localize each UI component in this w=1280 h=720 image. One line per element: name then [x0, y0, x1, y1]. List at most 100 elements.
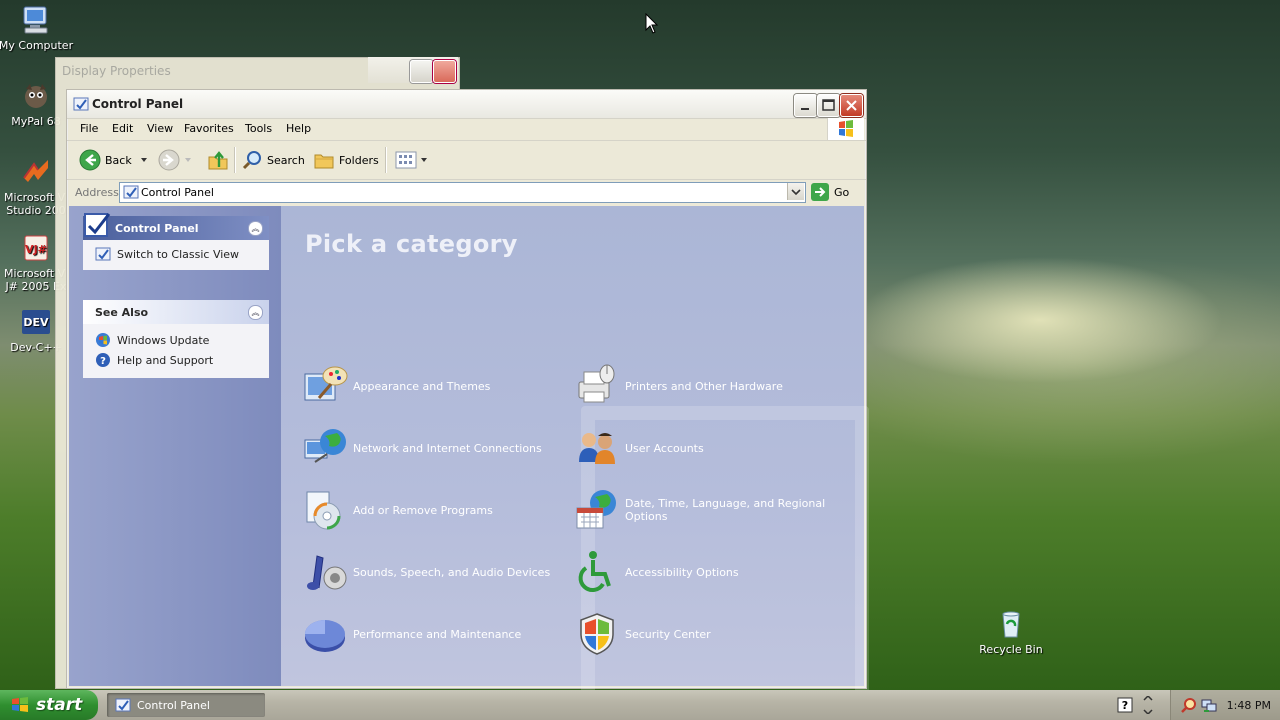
collapse-chevron-icon[interactable]: ︽ — [248, 305, 263, 320]
menu-favorites[interactable]: Favorites — [184, 122, 234, 135]
toolbar-separator — [385, 147, 387, 173]
my-computer-icon — [23, 6, 48, 34]
search-button[interactable]: Search — [241, 149, 305, 171]
menu-edit[interactable]: Edit — [112, 122, 133, 135]
taskbar-item-label: Control Panel — [137, 698, 210, 712]
svg-text:?: ? — [100, 356, 106, 367]
desktop-icon-my-computer[interactable]: My Computer — [0, 4, 74, 52]
up-folder-button[interactable] — [207, 149, 229, 171]
category-sounds-audio[interactable]: Sounds, Speech, and Audio Devices — [301, 548, 550, 596]
title-bar[interactable]: Control Panel — [67, 90, 866, 119]
address-dropdown-button[interactable] — [787, 183, 804, 200]
up-folder-icon — [208, 151, 228, 170]
mouse-cursor-icon — [645, 13, 659, 34]
background-window-title: Display Properties — [62, 64, 171, 78]
category-network-internet[interactable]: Network and Internet Connections — [301, 424, 542, 472]
category-label: User Accounts — [625, 441, 704, 455]
windows-flag-icon — [839, 120, 853, 137]
category-accessibility[interactable]: Accessibility Options — [573, 548, 739, 596]
control-panel-box-title: Control Panel — [115, 222, 199, 235]
menu-help[interactable]: Help — [286, 122, 311, 135]
category-label: Date, Time, Language, and Regional Optio… — [625, 497, 825, 523]
see-also-box: See Also ︽ Windows Update ? Help and Sup… — [83, 300, 269, 378]
add-remove-programs-icon — [306, 491, 341, 530]
help-and-support-link[interactable]: ? Help and Support — [83, 350, 269, 370]
windows-update-icon — [96, 333, 110, 347]
minimize-button[interactable] — [794, 94, 817, 117]
windows-update-link[interactable]: Windows Update — [83, 330, 269, 350]
category-label: Printers and Other Hardware — [625, 379, 783, 393]
category-label: Add or Remove Programs — [353, 503, 493, 517]
desktop-icon-label: Recycle Bin — [979, 643, 1043, 656]
control-panel-icon — [123, 185, 139, 199]
menu-tools[interactable]: Tools — [245, 122, 272, 135]
category-label: Network and Internet Connections — [353, 441, 542, 455]
visual-studio-icon — [23, 160, 48, 182]
category-printers-hardware[interactable]: Printers and Other Hardware — [573, 362, 783, 410]
category-date-time-language[interactable]: Date, Time, Language, and Regional Optio… — [573, 486, 825, 534]
background-close-button[interactable] — [433, 60, 456, 83]
background-help-button[interactable] — [410, 60, 433, 83]
views-button[interactable] — [394, 149, 428, 171]
back-button[interactable]: Back — [79, 149, 148, 171]
system-tray: 1:48 PM — [1170, 690, 1280, 720]
see-also-header[interactable]: See Also ︽ — [83, 300, 269, 324]
switch-to-classic-view-link[interactable]: Switch to Classic View — [83, 244, 269, 264]
close-button[interactable] — [840, 94, 863, 117]
start-button[interactable]: start — [0, 690, 98, 720]
taskbar-item-control-panel[interactable]: Control Panel — [107, 693, 265, 717]
folders-button[interactable]: Folders — [313, 149, 379, 171]
collapse-chevron-icon[interactable]: ︽ — [248, 221, 263, 236]
desktop-icon-recycle-bin[interactable]: Recycle Bin — [973, 608, 1049, 656]
taskbar: start Control Panel ? 1:48 PM — [0, 690, 1280, 720]
svg-text:?: ? — [1122, 699, 1128, 712]
category-label: Security Center — [625, 627, 711, 641]
category-security-center[interactable]: Security Center — [573, 610, 711, 658]
menu-file[interactable]: File — [80, 122, 98, 135]
category-label: Performance and Maintenance — [353, 627, 522, 641]
category-label-line1: Date, Time, Language, and Regional — [625, 497, 826, 510]
control-panel-icon — [73, 97, 89, 111]
toolbar: Back Search Folders — [67, 141, 866, 180]
help-icon: ? — [96, 353, 110, 367]
category-label: Appearance and Themes — [353, 379, 491, 393]
help-and-support-label: Help and Support — [117, 353, 214, 367]
show-desktop-arrow-icon[interactable] — [1142, 696, 1154, 714]
windows-flag-icon — [12, 697, 28, 712]
printer-hardware-icon — [578, 364, 615, 403]
devcpp-icon: DEV — [22, 310, 50, 334]
go-button[interactable]: Go — [811, 183, 849, 201]
minimize-icon — [801, 108, 809, 110]
content-area: Control Panel ︽ Switch to Classic View S… — [69, 206, 869, 704]
category-add-remove-programs[interactable]: Add or Remove Programs — [301, 486, 493, 534]
sounds-audio-icon — [307, 555, 347, 590]
folders-icon — [314, 154, 334, 169]
svg-text:VJ#: VJ# — [25, 243, 47, 256]
chevron-down-icon — [421, 158, 427, 162]
menu-view[interactable]: View — [147, 122, 173, 135]
forward-button[interactable] — [158, 149, 192, 171]
search-tray-icon[interactable] — [1181, 697, 1197, 713]
control-panel-window: Control Panel File Edit View Favorites T… — [66, 89, 869, 704]
control-panel-box-header[interactable]: Control Panel ︽ — [83, 213, 269, 240]
page-title: Pick a category — [305, 230, 518, 258]
category-performance-maintenance[interactable]: Performance and Maintenance — [301, 610, 521, 658]
category-appearance-themes[interactable]: Appearance and Themes — [301, 362, 490, 410]
category-user-accounts[interactable]: User Accounts — [573, 424, 704, 472]
chevron-down-icon — [140, 158, 147, 162]
user-accounts-icon — [579, 433, 615, 464]
network-tray-icon[interactable] — [1201, 697, 1217, 713]
appearance-themes-icon — [304, 366, 348, 401]
help-tray-icon[interactable]: ? — [1117, 697, 1133, 713]
back-label: Back — [105, 153, 132, 167]
date-time-globe-icon — [576, 490, 616, 529]
address-input[interactable]: Control Panel — [119, 182, 806, 203]
back-arrow-icon — [79, 149, 101, 171]
maximize-button[interactable] — [817, 94, 840, 117]
vjsharp-icon: VJ# — [24, 235, 48, 261]
task-pane: Control Panel ︽ Switch to Classic View S… — [69, 206, 281, 686]
category-label: Sounds, Speech, and Audio Devices — [353, 565, 551, 579]
desktop-icon-label: My Computer — [0, 39, 74, 52]
taskbar-clock[interactable]: 1:48 PM — [1227, 699, 1271, 712]
windows-logo — [827, 118, 864, 140]
